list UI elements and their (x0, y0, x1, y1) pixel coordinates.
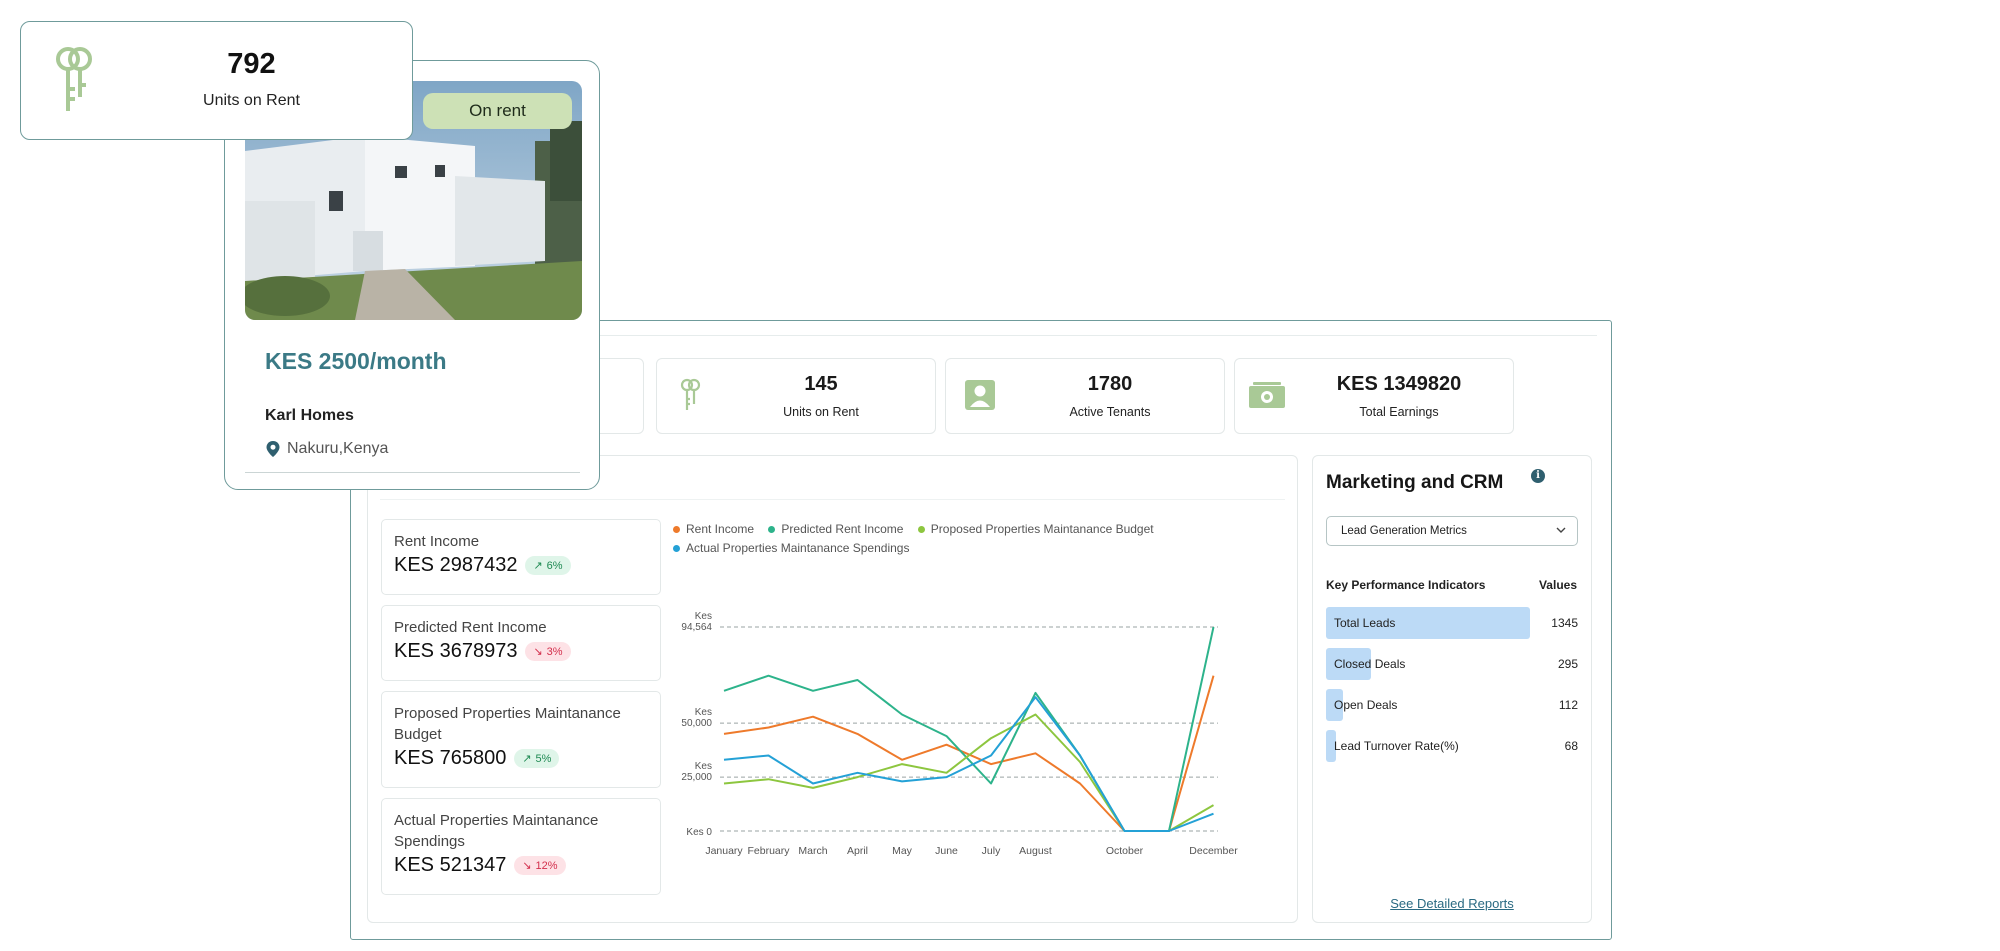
kpi-name: Closed Deals (1334, 657, 1406, 671)
y-tick-label: 94,564 (681, 622, 712, 633)
legend-dot (673, 526, 680, 533)
kpi-value: KES 2987432 (394, 554, 518, 576)
kpi-row[interactable]: Lead Turnover Rate(%) 68 (1326, 730, 1578, 762)
arrow-up-right-icon: ↗ (533, 560, 543, 572)
detailed-reports-link[interactable]: See Detailed Reports (1313, 896, 1591, 911)
line-chart: Kes 0Kes25,000Kes50,000Kes94,564January F… (681, 611, 1238, 857)
status-badge: On rent (423, 93, 572, 129)
x-tick-label: June (935, 845, 958, 857)
property-price: KES 2500/month (265, 348, 447, 374)
kpi-title: Rent Income (394, 533, 480, 550)
change-badge: ↘ 3% (525, 642, 571, 661)
kpi-row[interactable]: Open Deals 112 (1326, 689, 1578, 721)
x-tick-label: April (847, 845, 868, 857)
legend-dot (673, 545, 680, 552)
kpi-card-proposed-budget[interactable]: Proposed Properties Maintanance Budget K… (381, 691, 661, 788)
x-tick-label: October (1106, 845, 1144, 857)
kpi-name: Lead Turnover Rate(%) (1334, 739, 1459, 753)
kpi-value: 112 (1558, 698, 1578, 712)
stat-label: Active Tenants (1069, 405, 1151, 419)
kpi-value: KES 3678973 (394, 640, 518, 662)
kpi-name: Open Deals (1334, 698, 1398, 712)
y-tick-label: 25,000 (681, 772, 712, 783)
arrow-up-right-icon: ↗ (522, 753, 532, 765)
metrics-dropdown[interactable]: Lead Generation Metrics (1326, 516, 1578, 546)
kpi-name: Total Leads (1334, 616, 1396, 630)
kpi-card-actual-spendings[interactable]: Actual Properties Maintanance Spendings … (381, 798, 661, 895)
keys-icon (680, 378, 701, 410)
property-name: Karl Homes (265, 407, 354, 424)
property-location: Nakuru,Kenya (265, 440, 388, 458)
units-value: 792 (227, 48, 276, 80)
stat-value: 1780 (1087, 373, 1133, 395)
crm-panel: Marketing and CRM i Lead Generation Metr… (1312, 455, 1592, 923)
x-tick-label: December (1189, 845, 1238, 857)
stat-label: Units on Rent (783, 405, 859, 419)
legend-item[interactable]: Actual Properties Maintanance Spendings (673, 539, 909, 558)
stat-value: 145 (804, 373, 838, 395)
keys-icon (56, 47, 92, 111)
cash-icon (1249, 382, 1285, 408)
stat-label: Total Earnings (1359, 405, 1439, 419)
kpi-title: Predicted Rent Income (394, 619, 547, 636)
stat-value: KES 1349820 (1336, 373, 1462, 395)
legend-item[interactable]: Proposed Properties Maintanance Budget (917, 520, 1154, 539)
kpi-row[interactable]: Closed Deals 295 (1326, 648, 1578, 680)
change-badge: ↘ 12% (514, 856, 566, 875)
y-tick-label: Kes (695, 761, 712, 772)
kpi-column-header: Key Performance Indicators (1326, 578, 1486, 592)
kpi-title: Proposed Properties Maintanance Budget (394, 705, 621, 743)
info-icon[interactable]: i (1531, 469, 1545, 483)
units-card[interactable]: 792 Units on Rent (20, 21, 413, 140)
chevron-down-icon (1556, 527, 1566, 533)
arrow-down-right-icon: ↘ (533, 646, 543, 658)
user-card-icon (965, 380, 995, 410)
legend-dot (768, 526, 776, 533)
units-label: Units on Rent (203, 92, 300, 109)
y-tick-label: Kes 0 (686, 827, 712, 838)
location-text: Nakuru,Kenya (287, 440, 389, 457)
stat-card-tenants[interactable]: 1780 Active Tenants (945, 358, 1225, 434)
x-tick-label: January (705, 845, 743, 857)
location-pin-icon (266, 441, 280, 457)
change-badge: ↗ 6% (525, 556, 571, 575)
divider (380, 499, 1285, 500)
kpi-card-predicted-rent[interactable]: Predicted Rent Income KES 3678973 ↘ 3% (381, 605, 661, 681)
kpi-value: 1345 (1551, 616, 1578, 630)
series-line-4 (723, 696, 1214, 832)
arrow-down-right-icon: ↘ (522, 860, 532, 872)
kpi-value: 295 (1557, 657, 1578, 671)
analytics-panel: Rent Income KES 2987432 ↗ 6% Predicted Re… (367, 455, 1298, 923)
divider (245, 472, 580, 473)
series-line-2 (723, 626, 1215, 832)
y-tick-label: Kes (695, 611, 712, 622)
x-tick-label: August (1019, 845, 1052, 857)
kpi-title: Actual Properties Maintanance Spendings (394, 812, 599, 850)
legend-item[interactable]: Predicted Rent Income (768, 520, 903, 539)
chart-legend: Rent Income Predicted Rent Income Propos… (673, 520, 1193, 558)
crm-title: Marketing and CRM (1326, 472, 1504, 493)
legend-item[interactable]: Rent Income (673, 520, 754, 539)
y-tick-label: 50,000 (681, 718, 712, 729)
values-column-header: Values (1538, 578, 1577, 592)
kpi-card-rent-income[interactable]: Rent Income KES 2987432 ↗ 6% (381, 519, 661, 595)
kpi-value: KES 521347 (394, 854, 507, 876)
x-tick-label: March (798, 845, 827, 857)
stat-card-units[interactable]: 145 Units on Rent (656, 358, 936, 434)
x-tick-label: July (982, 845, 1001, 857)
kpi-value: 68 (1564, 739, 1578, 753)
kpi-value: KES 765800 (394, 747, 507, 769)
legend-dot (917, 526, 925, 533)
x-tick-label: February (747, 845, 790, 857)
x-tick-label: May (892, 845, 913, 857)
stat-card-earnings[interactable]: KES 1349820 Total Earnings (1234, 358, 1514, 434)
series-line-1 (723, 675, 1215, 832)
kpi-row[interactable]: Total Leads 1345 (1326, 607, 1578, 639)
y-tick-label: Kes (695, 707, 712, 718)
change-badge: ↗ 5% (514, 749, 560, 768)
dropdown-value: Lead Generation Metrics (1341, 525, 1467, 537)
